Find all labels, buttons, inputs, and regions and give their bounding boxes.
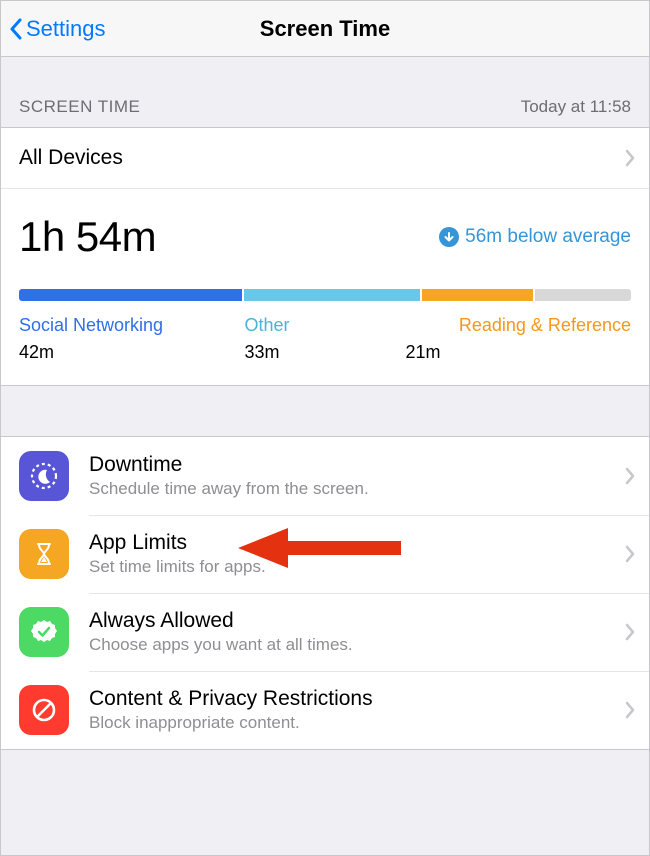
all-devices-row[interactable]: All Devices (1, 128, 649, 189)
bar-segment-other (244, 289, 419, 301)
hourglass-icon (19, 529, 69, 579)
chevron-right-icon (625, 545, 635, 563)
all-devices-label: All Devices (19, 146, 123, 170)
section-header-left: SCREEN TIME (19, 97, 140, 117)
total-time: 1h 54m (19, 213, 156, 261)
row-always-allowed[interactable]: Always Allowed Choose apps you want at a… (1, 593, 649, 671)
clock-moon-icon (19, 451, 69, 501)
back-button[interactable]: Settings (1, 16, 106, 42)
back-label: Settings (26, 16, 106, 42)
section-header-right: Today at 11:58 (521, 97, 631, 117)
category-name: Social Networking (19, 315, 244, 336)
row-content-privacy[interactable]: Content & Privacy Restrictions Block ina… (1, 671, 649, 749)
category-duration: 33m (244, 342, 405, 363)
chevron-left-icon (9, 18, 22, 40)
category-reading: Reading & Reference 21m (406, 315, 631, 363)
navbar: Settings Screen Time (1, 1, 649, 57)
arrow-down-circle-icon (439, 227, 459, 247)
section-header: SCREEN TIME Today at 11:58 (1, 57, 649, 127)
category-name: Other (244, 315, 405, 336)
usage-bar (19, 289, 631, 301)
chevron-right-icon (625, 623, 635, 641)
usage-summary: 1h 54m 56m below average Social Networki… (1, 189, 649, 385)
spacer (1, 386, 649, 436)
category-name: Reading & Reference (406, 315, 631, 336)
checkmark-seal-icon (19, 607, 69, 657)
chevron-right-icon (625, 467, 635, 485)
category-social: Social Networking 42m (19, 315, 244, 363)
options-list: Downtime Schedule time away from the scr… (1, 436, 649, 750)
usage-card: All Devices 1h 54m 56m below average Soc… (1, 127, 649, 386)
row-subtitle: Schedule time away from the screen. (89, 479, 625, 499)
category-other: Other 33m (244, 315, 405, 363)
row-downtime[interactable]: Downtime Schedule time away from the scr… (1, 437, 649, 515)
no-symbol-icon (19, 685, 69, 735)
row-title: Always Allowed (89, 609, 625, 633)
bar-segment-social (19, 289, 242, 301)
row-subtitle: Choose apps you want at all times. (89, 635, 625, 655)
compare-text: 56m below average (465, 226, 631, 248)
category-duration: 42m (19, 342, 244, 363)
chevron-right-icon (625, 149, 635, 167)
row-title: App Limits (89, 531, 625, 555)
category-duration: 21m (406, 342, 631, 363)
row-app-limits[interactable]: App Limits Set time limits for apps. (1, 515, 649, 593)
row-subtitle: Set time limits for apps. (89, 557, 625, 577)
row-title: Downtime (89, 453, 625, 477)
row-subtitle: Block inappropriate content. (89, 713, 625, 733)
chevron-right-icon (625, 701, 635, 719)
bar-segment-remaining (535, 289, 631, 301)
compare-average: 56m below average (439, 226, 631, 248)
bar-segment-reading (422, 289, 534, 301)
row-title: Content & Privacy Restrictions (89, 687, 625, 711)
category-legend: Social Networking 42m Other 33m Reading … (19, 315, 631, 363)
